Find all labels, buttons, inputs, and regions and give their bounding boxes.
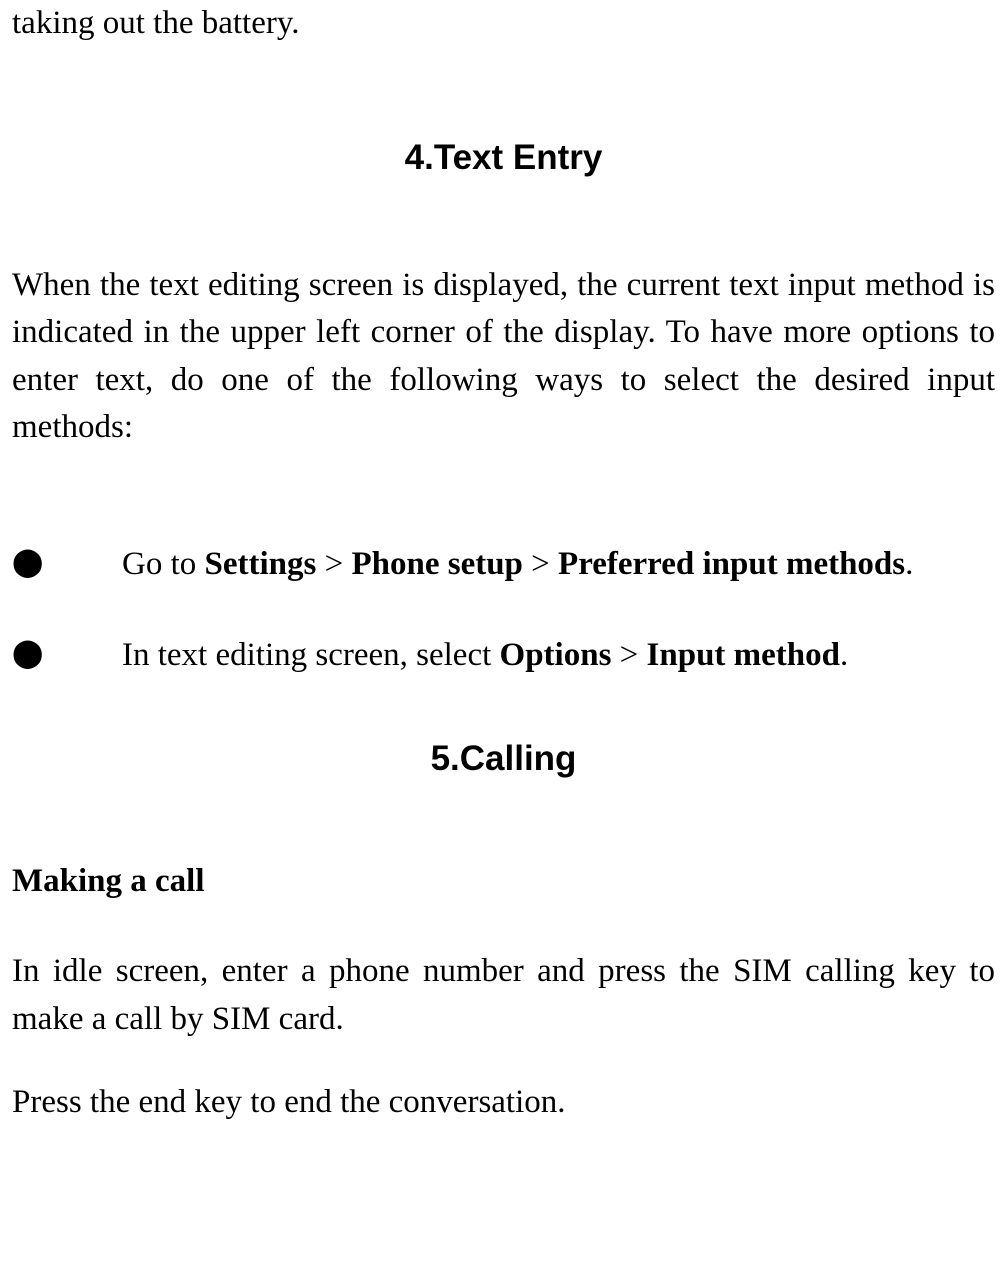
text-segment: > [523,546,558,582]
list-item: ⬤ In text editing screen, select Options… [12,632,995,679]
text-segment: . [840,637,848,673]
orphan-paragraph: taking out the battery. [12,0,995,46]
bold-input-method: Input method [647,637,840,673]
list-item: ⬤ Go to Settings > Phone setup > Preferr… [12,541,995,588]
text-segment: Go to [122,546,205,582]
section-5-para-1: In idle screen, enter a phone number and… [12,948,995,1042]
bold-preferred-input: Preferred input methods [558,546,905,582]
text-segment: . [905,546,913,582]
text-segment: > [316,546,351,582]
section-4-intro: When the text editing screen is displaye… [12,262,995,451]
section-5-para-2: Press the end key to end the conversatio… [12,1079,995,1126]
section-4-bullets: ⬤ Go to Settings > Phone setup > Preferr… [12,541,995,679]
text-segment: In text editing screen, select [122,637,500,673]
section-5-heading: 5.Calling [12,739,995,779]
section-4-heading: 4.Text Entry [12,138,995,178]
section-5-subtitle: Making a call [12,863,995,900]
bold-settings: Settings [205,546,317,582]
bold-phone-setup: Phone setup [351,546,522,582]
bold-options: Options [500,637,612,673]
list-item-text: In text editing screen, select Options >… [122,632,995,679]
bullet-icon: ⬤ [12,632,122,674]
text-segment: > [611,637,646,673]
bullet-icon: ⬤ [12,541,122,583]
list-item-text: Go to Settings > Phone setup > Preferred… [122,541,995,588]
